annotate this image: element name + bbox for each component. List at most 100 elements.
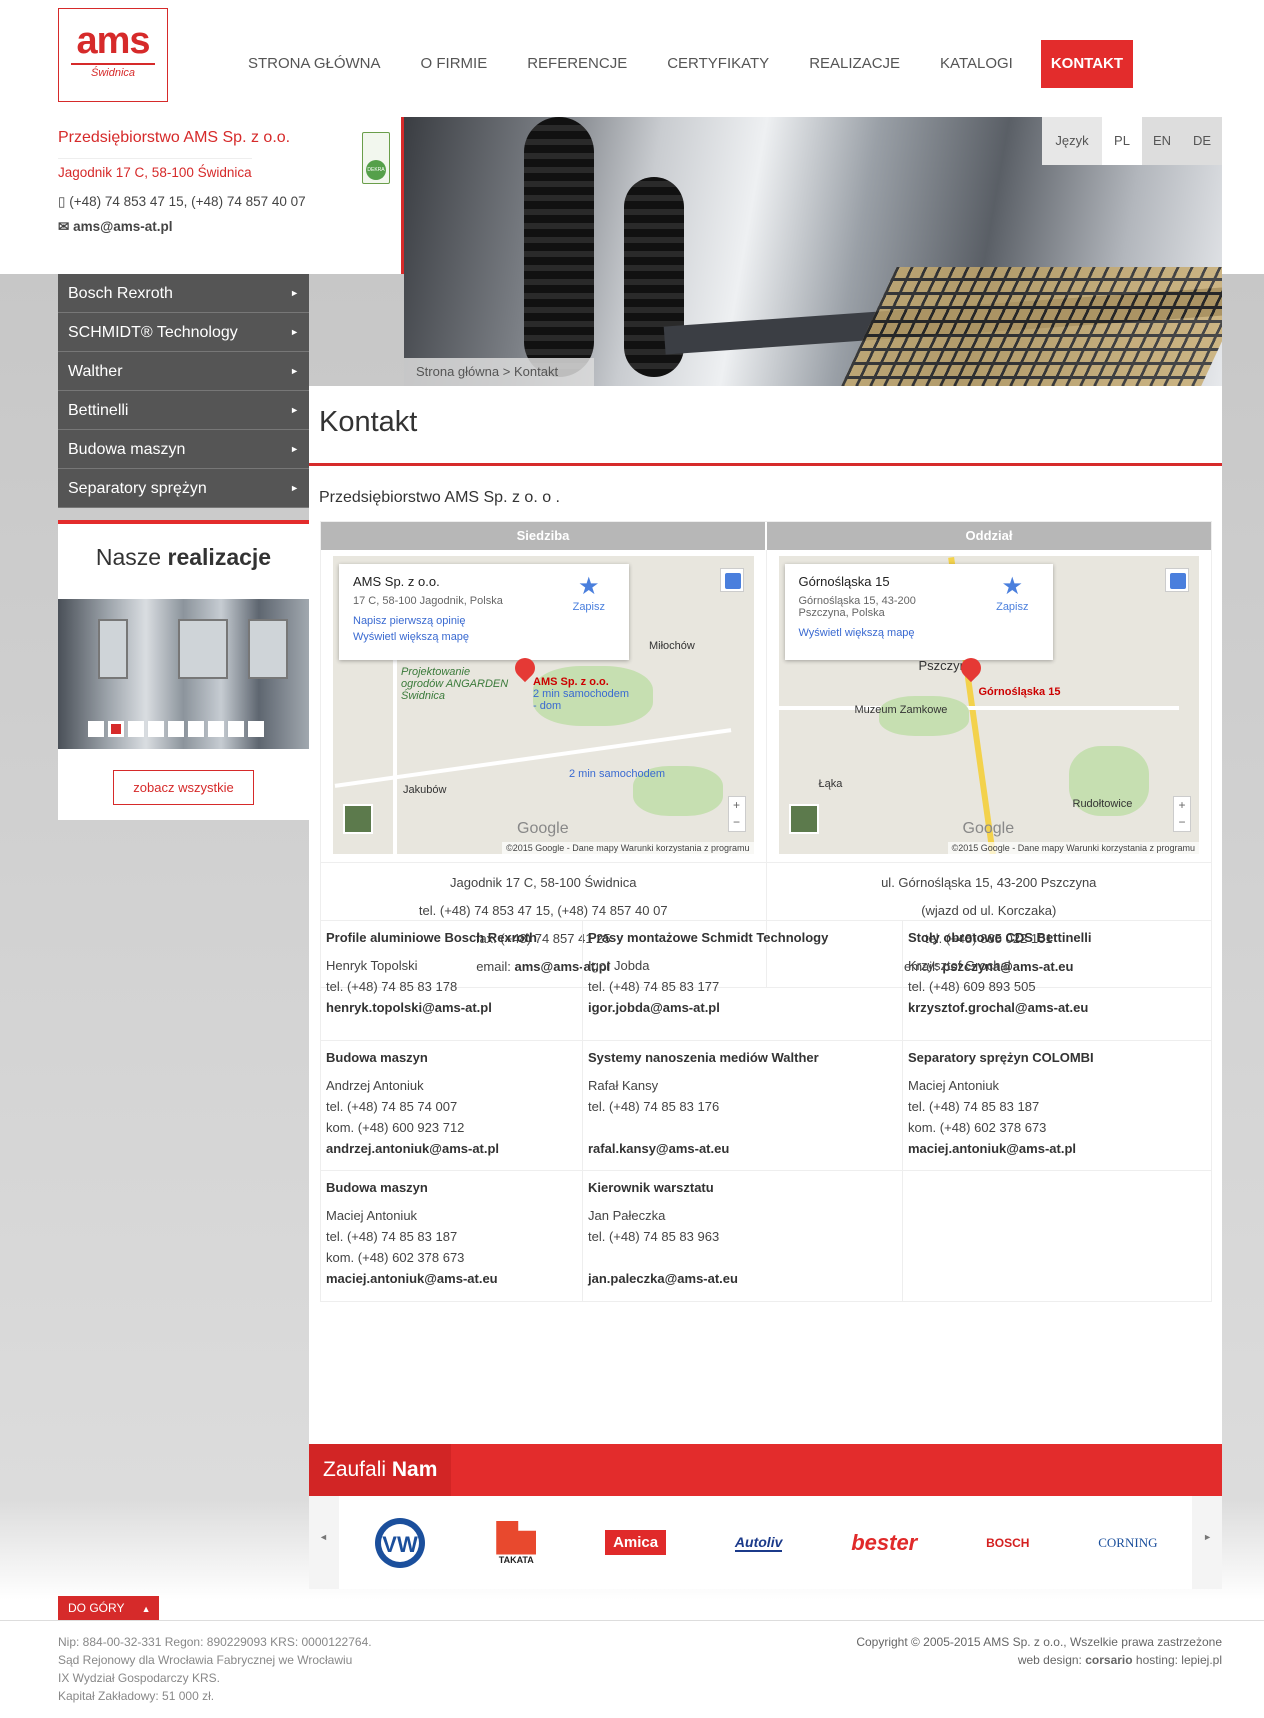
nav-about[interactable]: O FIRMIE [401, 40, 508, 88]
slider-dot[interactable] [248, 721, 264, 737]
sidebar-item-bettinelli[interactable]: Bettinelli ► [58, 391, 309, 430]
contact-email[interactable]: jan.paleczka@ams-at.eu [588, 1268, 897, 1289]
trusted-title: Zaufali Nam [309, 1444, 452, 1496]
contact-email[interactable]: andrzej.antoniuk@ams-at.pl [326, 1138, 577, 1159]
sidebar-item-label: Walther [68, 363, 123, 380]
corning-logo[interactable]: CORNING [1098, 1535, 1157, 1551]
phone-text: (+48) 74 853 47 15, (+48) 74 857 40 07 [69, 194, 306, 209]
contact-title: Systemy nanoszenia mediów Walther [588, 1050, 819, 1065]
contact-card: Kierownik warsztatu Jan Pałeczka tel. (+48… [583, 1171, 903, 1301]
lang-en[interactable]: EN [1142, 117, 1182, 165]
contact-mobile [588, 1117, 897, 1138]
takata-mark [496, 1520, 537, 1555]
zoom-in-icon[interactable]: + [729, 797, 745, 814]
volkswagen-logo[interactable]: VW [373, 1516, 427, 1570]
slider-dot[interactable] [88, 721, 104, 737]
contact-phone: tel. (+48) 74 85 83 963 [588, 1229, 720, 1244]
amica-logo[interactable]: Amica [605, 1530, 667, 1555]
zoom-out-icon[interactable]: − [1174, 814, 1190, 831]
contact-email[interactable]: maciej.antoniuk@ams-at.pl [908, 1138, 1206, 1159]
contact-email[interactable]: igor.jobda@ams-at.pl [588, 997, 897, 1018]
contact-phone: tel. (+48) 74 85 83 176 [588, 1099, 720, 1114]
star-icon: ★ [578, 573, 600, 600]
slider-dot[interactable] [208, 721, 224, 737]
map-save-button[interactable]: ★ Zapisz [996, 572, 1028, 613]
map-branch[interactable]: Górnośląska 15 Górnośląska 15, 43-200 Ps… [778, 556, 1199, 854]
carousel-prev-icon[interactable]: ◄ [319, 1532, 328, 1542]
map-larger-link[interactable]: Wyświetl większą mapę [353, 631, 615, 643]
logo[interactable]: ams Świdnica [58, 8, 168, 102]
map-save-label: Zapisz [996, 601, 1029, 613]
lang-de[interactable]: DE [1182, 117, 1222, 165]
map-zoom-control[interactable]: + − [727, 796, 746, 832]
sidebar-item-schmidt[interactable]: SCHMIDT® Technology ► [58, 313, 309, 352]
contact-name: Andrzej Antoniuk [326, 1078, 424, 1093]
nav-contact[interactable]: KONTAKT [1040, 40, 1134, 88]
zoom-out-icon[interactable]: − [729, 814, 745, 831]
contact-phone: tel. (+48) 74 85 83 187 [908, 1099, 1040, 1114]
see-all-button[interactable]: zobacz wszystkie [113, 770, 254, 805]
satellite-toggle[interactable] [788, 804, 819, 834]
nav-home[interactable]: STRONA GŁÓWNA [228, 40, 401, 88]
breadcrumb-home[interactable]: Strona główna [416, 364, 499, 379]
nav-references[interactable]: REFERENCJE [507, 40, 647, 88]
google-logo: Google [517, 820, 569, 837]
client-logos-carousel: ◄ VW TAKATA Amica Autoliv bester BOSCH C… [309, 1496, 1222, 1589]
map-label: Jakubów [403, 784, 447, 796]
contact-email[interactable]: rafal.kansy@ams-at.eu [588, 1138, 897, 1159]
carousel-next-icon[interactable]: ► [1203, 1532, 1212, 1542]
sidebar-item-separatory[interactable]: Separatory sprężyn ► [58, 469, 309, 508]
map-hq[interactable]: AMS Sp. z o.o. 17 C, 58-100 Jagodnik, Po… [333, 556, 754, 854]
hosting-link[interactable]: lepiej.pl [1181, 1653, 1222, 1667]
sidebar-item-walther[interactable]: Walther ► [58, 352, 309, 391]
takata-text: TAKATA [498, 1554, 534, 1565]
back-to-top-button[interactable]: DO GÓRY ▲ [58, 1596, 159, 1620]
nav-projects[interactable]: REALIZACJE [789, 40, 920, 88]
back-to-top-label: DO GÓRY [68, 1601, 125, 1615]
pegman-icon[interactable] [719, 568, 744, 592]
autoliv-logo[interactable]: Autoliv [734, 1534, 783, 1552]
satellite-toggle[interactable] [343, 804, 373, 834]
projects-title: Nasze realizacje [58, 544, 309, 571]
map-copyright[interactable]: ©2015 Google - Dane mapy Warunki korzyst… [502, 842, 754, 854]
webdesign-label: web design: [1017, 1653, 1082, 1667]
map-place-address: 17 C, 58-100 Jagodnik, Polska [353, 595, 503, 607]
map-label: Łąka [818, 778, 843, 790]
projects-slide-image[interactable] [58, 599, 309, 749]
sidebar-item-bosch-rexroth[interactable]: Bosch Rexroth ► [58, 274, 309, 313]
slider-dot[interactable] [188, 721, 204, 737]
contact-name: Jan Pałeczka [588, 1208, 666, 1223]
header-banner: Język PL EN DE Strona główna > Kontakt [404, 117, 1222, 386]
contact-email[interactable]: krzysztof.grochal@ams-at.eu [908, 997, 1206, 1018]
map-copyright[interactable]: ©2015 Google - Dane mapy Warunki korzyst… [947, 842, 1199, 854]
slider-dot-active[interactable] [108, 721, 124, 737]
pegman-icon[interactable] [1165, 568, 1189, 592]
bosch-logo[interactable]: BOSCH [986, 1536, 1029, 1550]
location-header-hq: Siedziba [321, 522, 765, 550]
zoom-in-icon[interactable]: + [1174, 797, 1190, 814]
map-larger-link[interactable]: Wyświetl większą mapę [799, 627, 1039, 639]
contact-email[interactable]: maciej.antoniuk@ams-at.eu [326, 1268, 577, 1289]
contact-email[interactable]: henryk.topolski@ams-at.pl [326, 997, 577, 1018]
contacts-row: Budowa maszyn Maciej Antoniuk tel. (+48) 7… [321, 1171, 1211, 1301]
company-email[interactable]: ✉ ams@ams-at.pl [58, 219, 173, 235]
nav-certificates[interactable]: CERTYFIKATY [647, 40, 789, 88]
map-zoom-control[interactable]: + − [1173, 796, 1191, 832]
sidebar-item-budowa-maszyn[interactable]: Budowa maszyn ► [58, 430, 309, 469]
slider-dot[interactable] [128, 721, 144, 737]
contact-phone: tel. (+48) 74 85 74 007 [326, 1099, 458, 1114]
slider-dot[interactable] [148, 721, 164, 737]
slider-dot[interactable] [168, 721, 184, 737]
slider-dots [88, 721, 264, 737]
language-switcher: Język PL EN DE [1042, 117, 1222, 165]
slider-dot[interactable] [228, 721, 244, 737]
map-save-button[interactable]: ★ Zapisz [573, 572, 605, 613]
webdesign-link[interactable]: corsario [1085, 1653, 1132, 1667]
lang-pl[interactable]: PL [1102, 117, 1142, 165]
contact-title: Budowa maszyn [326, 1180, 428, 1195]
nav-catalogs[interactable]: KATALOGI [920, 40, 1033, 88]
map-review-link[interactable]: Napisz pierwszą opinię [353, 615, 615, 627]
bester-logo[interactable]: bester [851, 1530, 917, 1556]
takata-logo[interactable]: TAKATA [496, 1520, 537, 1565]
breadcrumb-separator: > [502, 364, 511, 379]
